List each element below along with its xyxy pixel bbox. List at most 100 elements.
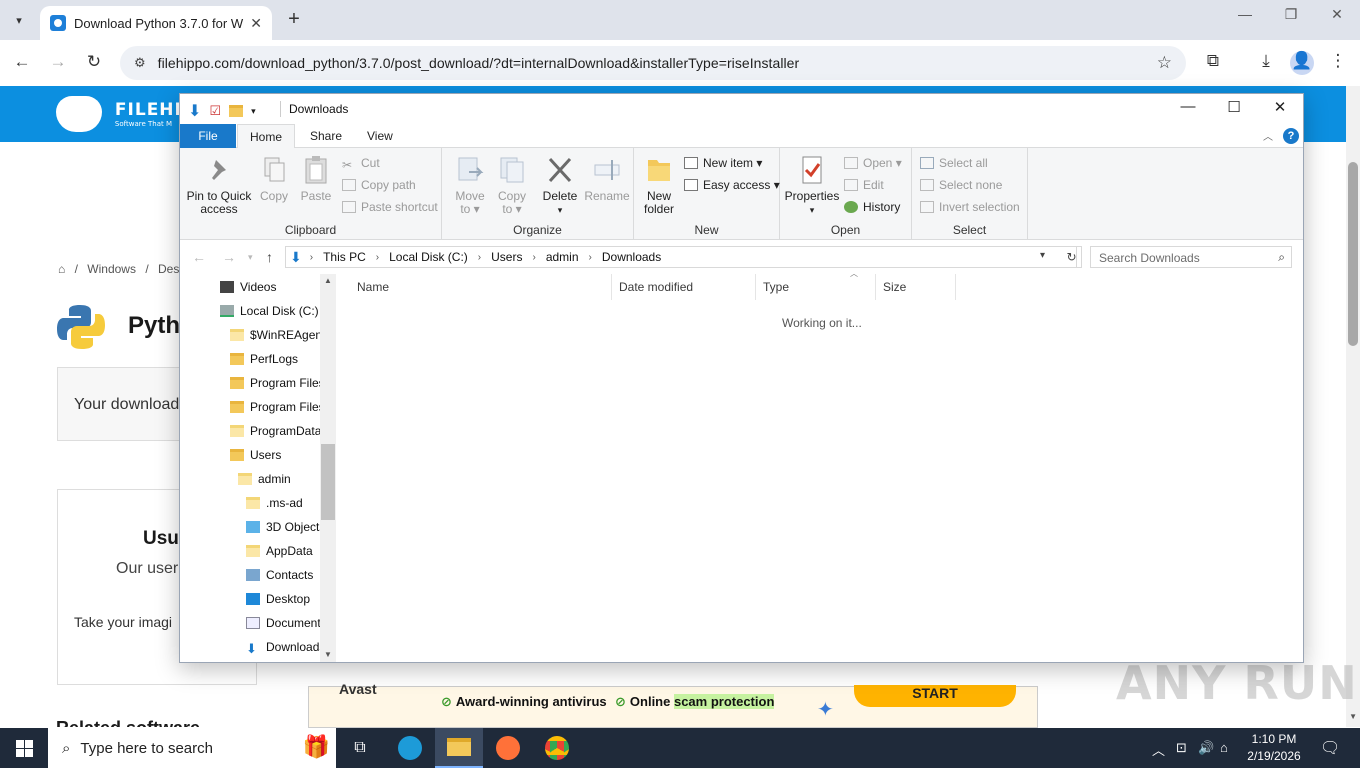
crumb-downloads[interactable]: Downloads: [602, 250, 661, 264]
nav-pane-scrollbar[interactable]: ▲ ▼: [320, 274, 336, 662]
nav-item-appdata[interactable]: AppData: [246, 539, 313, 563]
nav-item-perflogs[interactable]: PerfLogs: [230, 347, 298, 371]
back-icon[interactable]: ←: [192, 249, 206, 265]
window-close-button[interactable]: ✕: [1314, 6, 1360, 23]
network-icon[interactable]: ⌂: [1220, 740, 1228, 755]
ad-start-button[interactable]: START: [854, 685, 1016, 707]
column-date-modified[interactable]: Date modified: [612, 274, 756, 300]
up-arrow-icon[interactable]: ↑: [266, 249, 273, 265]
easy-access-button[interactable]: Easy access ▾: [684, 178, 780, 192]
column-type[interactable]: Type: [756, 274, 876, 300]
select-all-button[interactable]: Select all: [920, 156, 988, 170]
scroll-down-icon[interactable]: ▼: [324, 650, 332, 659]
nav-item-documents[interactable]: Documents: [246, 611, 327, 635]
new-tab-button[interactable]: +: [282, 8, 306, 31]
start-button[interactable]: [0, 728, 48, 768]
page-scrollbar-thumb[interactable]: [1348, 162, 1358, 346]
pin-quick-access-button[interactable]: Pin to Quick access: [186, 154, 252, 216]
nav-item-3d-objects[interactable]: 3D Objects: [246, 515, 325, 539]
new-item-button[interactable]: New item ▾: [684, 156, 762, 170]
open-button[interactable]: Open ▾: [844, 156, 902, 170]
nav-item-users[interactable]: Users: [230, 443, 281, 467]
nav-item-winreagent[interactable]: $WinREAgent: [230, 323, 325, 347]
explorer-minimize-button[interactable]: —: [1165, 98, 1211, 120]
scroll-up-icon[interactable]: ▲: [324, 276, 332, 285]
explorer-taskbar-button[interactable]: [435, 728, 483, 768]
nav-item-ms-ad[interactable]: .ms-ad: [246, 491, 303, 515]
nav-item-program-files[interactable]: Program Files: [230, 371, 325, 395]
tab-share[interactable]: Share: [298, 124, 354, 148]
explorer-maximize-button[interactable]: ☐: [1211, 98, 1257, 120]
tray-chevron-icon[interactable]: ︿: [1152, 740, 1165, 759]
collapse-ribbon-icon[interactable]: ︿: [1263, 128, 1273, 143]
chrome-menu-icon[interactable]: ⋮: [1326, 51, 1350, 75]
filehippo-logo[interactable]: FILEHIP Software That M: [56, 96, 195, 132]
ad-banner[interactable]: Avast ⊘ Award-winning antivirus ⊘ Online s…: [308, 681, 1038, 728]
bookmark-star-icon[interactable]: ☆: [1157, 53, 1172, 73]
history-button[interactable]: History: [844, 200, 900, 214]
address-bar[interactable]: ⚙ filehippo.com/download_python/3.7.0/po…: [120, 46, 1186, 80]
properties-button[interactable]: Properties ▾: [784, 154, 840, 217]
nav-scroll-thumb[interactable]: [321, 444, 335, 520]
download-arrow-icon[interactable]: ⬇: [188, 101, 201, 121]
downloads-icon[interactable]: ⤓: [1254, 51, 1278, 75]
back-arrow-icon[interactable]: ←: [10, 52, 34, 72]
search-downloads-input[interactable]: Search Downloads ⌕: [1090, 246, 1292, 268]
new-folder-button[interactable]: New folder: [640, 154, 678, 216]
edit-button[interactable]: Edit: [844, 178, 884, 192]
refresh-icon[interactable]: ↻: [1062, 246, 1082, 268]
rename-button[interactable]: Rename: [584, 154, 630, 203]
crumb-admin[interactable]: admin: [546, 250, 579, 264]
delete-button[interactable]: Delete ▾: [538, 154, 582, 217]
nav-item-program-files-x86[interactable]: Program Files: [230, 395, 325, 419]
window-minimize-button[interactable]: —: [1222, 6, 1268, 22]
forward-icon[interactable]: →: [222, 249, 236, 265]
reload-icon[interactable]: ↻: [82, 52, 106, 72]
paste-button[interactable]: Paste: [296, 154, 336, 203]
edge-taskbar-button[interactable]: [386, 728, 434, 768]
new-folder-icon[interactable]: [229, 105, 244, 117]
profile-avatar-icon[interactable]: 👤: [1290, 51, 1314, 75]
crumb-users[interactable]: Users: [491, 250, 522, 264]
column-name[interactable]: Name: [350, 274, 612, 300]
address-dropdown-icon[interactable]: ▾: [1040, 250, 1045, 261]
taskbar-search-box[interactable]: ⌕ Type here to search 🎁: [48, 728, 336, 768]
nav-item-desktop[interactable]: Desktop: [246, 587, 310, 611]
column-size[interactable]: Size: [876, 274, 956, 300]
nav-item-downloads[interactable]: ⬇ Downloads: [246, 635, 325, 659]
site-info-icon[interactable]: ⚙: [134, 55, 146, 71]
invert-selection-button[interactable]: Invert selection: [920, 200, 1020, 214]
properties-check-icon[interactable]: ☑: [209, 103, 221, 119]
nav-item-local-disk[interactable]: Local Disk (C:): [220, 299, 319, 323]
move-to-button[interactable]: Move to ▾: [450, 154, 490, 216]
tab-close-icon[interactable]: ✕: [250, 15, 262, 32]
volume-icon[interactable]: 🔊: [1198, 740, 1214, 756]
tab-search-button[interactable]: ▾: [6, 8, 32, 32]
crumb-this-pc[interactable]: This PC: [323, 250, 366, 264]
chrome-taskbar-button[interactable]: [533, 728, 581, 768]
firefox-taskbar-button[interactable]: [484, 728, 532, 768]
taskbar-clock[interactable]: 1:10 PM 2/19/2026: [1234, 731, 1314, 765]
customize-qat-icon[interactable]: ▾: [251, 106, 256, 117]
nav-item-videos[interactable]: Videos: [220, 275, 276, 299]
breadcrumb-item[interactable]: Des: [158, 262, 179, 276]
select-none-button[interactable]: Select none: [920, 178, 1002, 192]
forward-arrow-icon[interactable]: →: [46, 52, 70, 72]
nav-item-contacts[interactable]: Contacts: [246, 563, 313, 587]
copy-path-button[interactable]: Copy path: [342, 178, 416, 192]
notifications-icon[interactable]: 🗨: [1320, 738, 1340, 758]
tab-file[interactable]: File: [180, 124, 236, 148]
help-icon[interactable]: ?: [1283, 128, 1299, 144]
address-breadcrumb[interactable]: ⬇ › This PC › Local Disk (C:) › Users › …: [285, 246, 1077, 268]
home-icon[interactable]: ⌂: [58, 262, 65, 276]
tab-view[interactable]: View: [355, 124, 405, 148]
window-restore-button[interactable]: ❐: [1268, 6, 1314, 23]
task-view-button[interactable]: ⧉: [336, 728, 384, 768]
crumb-local-disk[interactable]: Local Disk (C:): [389, 250, 468, 264]
cut-button[interactable]: ✂ Cut: [342, 156, 380, 172]
nav-item-programdata[interactable]: ProgramData: [230, 419, 321, 443]
nav-item-admin[interactable]: admin: [238, 467, 291, 491]
url-text[interactable]: filehippo.com/download_python/3.7.0/post…: [158, 55, 800, 71]
recent-locations-icon[interactable]: ▾: [248, 252, 253, 263]
browser-tab-active[interactable]: Download Python 3.7.0 for Win ✕: [40, 6, 272, 40]
